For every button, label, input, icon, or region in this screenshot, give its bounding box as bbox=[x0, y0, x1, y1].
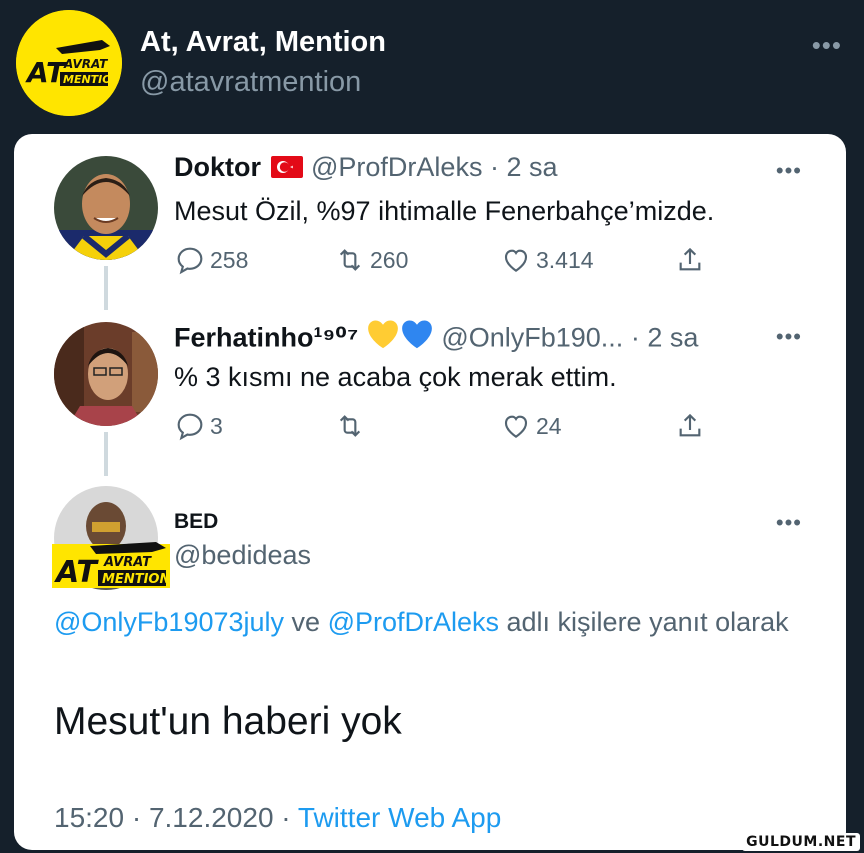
replying-to: @OnlyFb19073july ve @ProfDrAleks adlı ki… bbox=[54, 607, 789, 637]
reply-icon bbox=[177, 413, 203, 441]
more-options-icon[interactable]: ••• bbox=[776, 158, 802, 184]
share-button[interactable] bbox=[674, 242, 710, 278]
retweet-button[interactable]: 260 bbox=[334, 242, 408, 278]
atavrat-logo-icon: AT AVRAT MENTION bbox=[16, 10, 122, 116]
more-options-icon[interactable]: ••• bbox=[776, 510, 802, 536]
mention-link[interactable]: @ProfDrAleks bbox=[328, 607, 499, 637]
svg-text:AVRAT: AVRAT bbox=[103, 555, 152, 570]
tweet-actions: 258 260 3.414 bbox=[174, 242, 714, 278]
reply-icon bbox=[177, 247, 203, 275]
more-options-icon[interactable]: ••• bbox=[776, 324, 802, 350]
share-icon bbox=[679, 247, 701, 271]
svg-text:MENTION: MENTION bbox=[63, 73, 121, 86]
tweet-time[interactable]: · 2 sa bbox=[631, 323, 699, 353]
share-icon bbox=[679, 413, 701, 437]
heart-icon bbox=[504, 415, 528, 438]
tweet-text: Mesut Özil, %97 ihtimalle Fenerbahçe’miz… bbox=[174, 196, 715, 226]
source-link[interactable]: Twitter Web App bbox=[298, 802, 501, 833]
atavrat-logo-icon: AT AVRAT MENTION bbox=[52, 540, 170, 592]
share-button[interactable] bbox=[674, 408, 710, 444]
tweet-time[interactable]: · 2 sa bbox=[490, 152, 558, 182]
tweet-text: Mesut'un haberi yok bbox=[54, 700, 402, 743]
avatar[interactable] bbox=[54, 156, 158, 260]
like-button[interactable]: 3.414 bbox=[500, 242, 594, 278]
author-name[interactable]: Doktor bbox=[174, 152, 261, 182]
heart-icon bbox=[504, 249, 528, 272]
reply-count: 258 bbox=[210, 246, 249, 273]
tweet-screenshot-card: Doktor @ProfDrAleks · 2 sa ••• Mesut Özi… bbox=[14, 134, 846, 850]
svg-text:AVRAT: AVRAT bbox=[63, 57, 108, 71]
reply-button[interactable]: 258 bbox=[174, 242, 248, 278]
thread-tweet: Doktor @ProfDrAleks · 2 sa ••• Mesut Özi… bbox=[14, 134, 846, 310]
thread-connector bbox=[104, 432, 108, 476]
account-header: AT AVRAT MENTION At, Avrat, Mention @ata… bbox=[0, 0, 864, 130]
yellow-heart-icon bbox=[366, 318, 400, 357]
more-options-icon[interactable]: ••• bbox=[812, 30, 842, 61]
watermark: GULDUM.NET bbox=[742, 833, 860, 851]
retweet-button[interactable] bbox=[334, 408, 370, 444]
retweet-icon bbox=[339, 249, 361, 271]
author-name[interactable]: Ferhatinho¹⁹⁰⁷ bbox=[174, 323, 358, 353]
mention-link[interactable]: @OnlyFb19073july bbox=[54, 607, 284, 637]
reply-count: 3 bbox=[210, 412, 223, 439]
like-count: 3.414 bbox=[536, 246, 594, 273]
author-handle[interactable]: @OnlyFb190... bbox=[441, 323, 623, 353]
reply-button[interactable]: 3 bbox=[174, 408, 223, 444]
thread-tweet: Ferhatinho¹⁹⁰⁷ @OnlyFb190... · 2 sa ••• … bbox=[14, 300, 846, 476]
turkey-flag-icon bbox=[271, 155, 303, 178]
author-handle[interactable]: @bedideas bbox=[174, 540, 311, 571]
retweet-icon bbox=[339, 415, 361, 437]
account-handle[interactable]: @atavratmention bbox=[140, 66, 361, 99]
author-handle[interactable]: @ProfDrAleks bbox=[311, 152, 482, 182]
retweet-count: 260 bbox=[370, 246, 409, 273]
account-name[interactable]: At, Avrat, Mention bbox=[140, 26, 386, 59]
svg-text:MENTION: MENTION bbox=[102, 572, 170, 587]
like-button[interactable]: 24 bbox=[500, 408, 562, 444]
author-name[interactable]: BED bbox=[174, 510, 218, 533]
account-avatar[interactable]: AT AVRAT MENTION bbox=[16, 10, 122, 116]
avatar[interactable] bbox=[54, 322, 158, 426]
timestamp-text: 15:20 · 7.12.2020 · bbox=[54, 802, 298, 833]
tweet-text: % 3 kısmı ne acaba çok merak ettim. bbox=[174, 362, 617, 392]
tweet-actions: 3 24 bbox=[174, 408, 714, 444]
like-count: 24 bbox=[536, 412, 562, 439]
main-tweet-header: AT AVRAT MENTION BED @bedideas ••• bbox=[14, 484, 846, 590]
blue-heart-icon bbox=[400, 318, 434, 357]
svg-text:AT: AT bbox=[54, 555, 99, 590]
tweet-timestamp: 15:20 · 7.12.2020 · Twitter Web App bbox=[54, 802, 501, 834]
